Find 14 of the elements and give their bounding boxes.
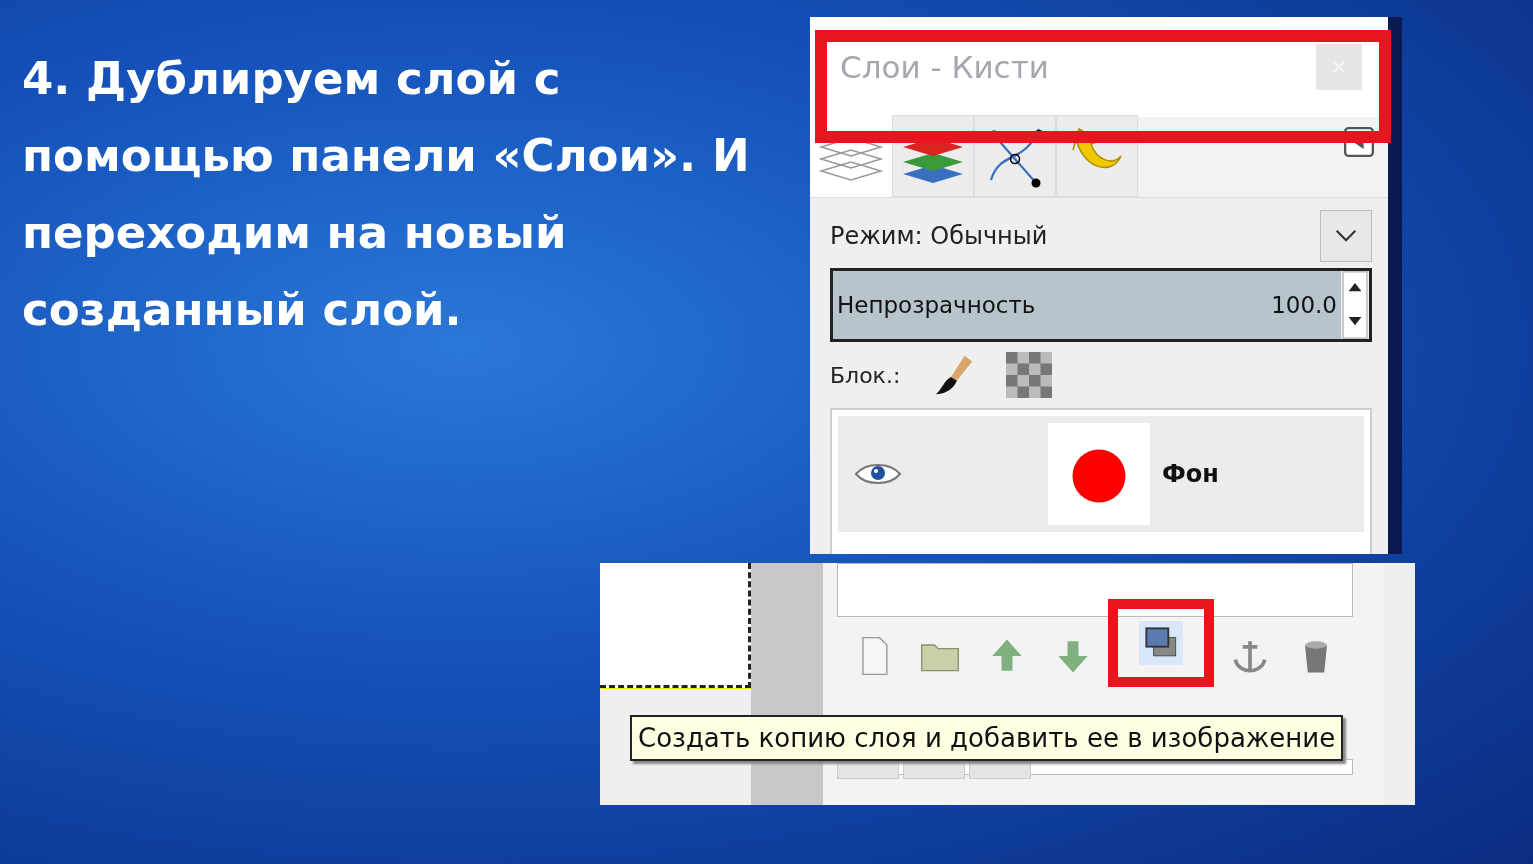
mode-label: Режим: Обычный <box>830 222 1048 250</box>
opacity-value: 100.0 <box>1271 292 1337 318</box>
lock-label: Блок.: <box>830 362 901 388</box>
dropdown-button[interactable] <box>1320 210 1372 262</box>
checkerboard-icon[interactable] <box>1006 352 1053 398</box>
opacity-label: Непрозрачность <box>837 292 1036 318</box>
duplicate-icon[interactable] <box>1139 621 1184 665</box>
slide-heading: 4. Дублируем слой с помощью панели «Слои». И переходим на новый созданный слой. <box>22 51 751 338</box>
layer-row[interactable]: Фон <box>838 416 1364 532</box>
panel-title: Слои - Кисти <box>840 49 1049 85</box>
spin-arrows-icon[interactable] <box>1341 271 1369 339</box>
opacity-slider[interactable]: Непрозрачность 100.0 <box>833 271 1341 339</box>
layer-name: Фон <box>1162 460 1219 488</box>
tooltip: Создать копию слоя и добавить ее в изображение <box>630 715 1344 761</box>
